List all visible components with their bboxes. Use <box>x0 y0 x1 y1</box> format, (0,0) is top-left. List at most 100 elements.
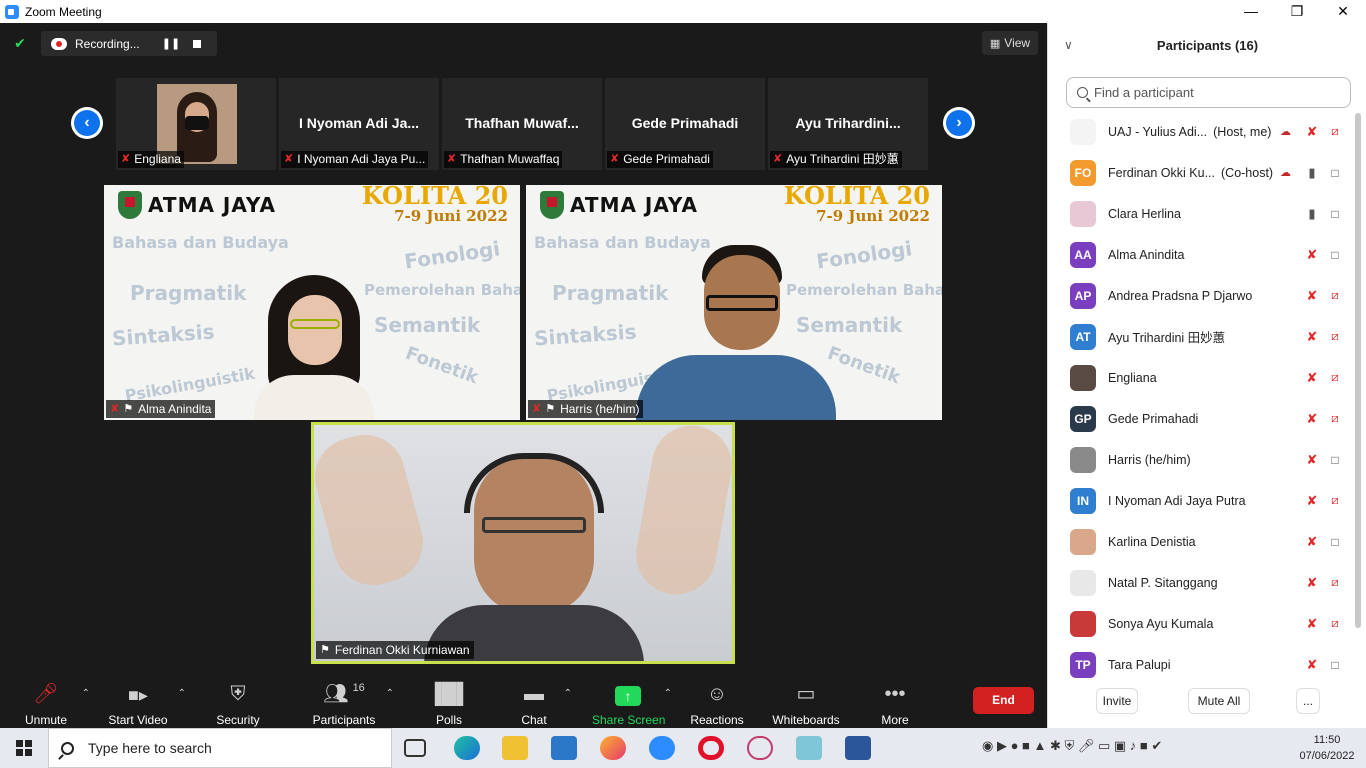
mic-muted-icon[interactable]: ✘ <box>1305 124 1319 140</box>
video-icon[interactable]: □ <box>1326 658 1344 672</box>
word-icon[interactable] <box>845 736 871 760</box>
end-meeting-button[interactable]: End <box>973 687 1034 714</box>
participant-row[interactable]: AP Andrea Pradsna P Djarwo ✘ ⧄ <box>1048 275 1358 316</box>
system-tray: ◉ ▶ ● ■ ▲ ✱ ⛨ 🎤︎ ▭ ▣ ♪ ■ ✔ <box>982 738 1162 754</box>
strip-next-button[interactable]: › <box>943 107 975 139</box>
task-view-icon[interactable] <box>404 739 426 757</box>
close-button[interactable]: ✕ <box>1320 0 1366 23</box>
mic-muted-icon[interactable]: ✘ <box>1305 657 1319 673</box>
minimize-button[interactable]: — <box>1228 0 1274 23</box>
invite-button[interactable]: Invite <box>1096 688 1138 714</box>
mute-all-button[interactable]: Mute All <box>1188 688 1250 714</box>
participants-button[interactable]: 👥︎ 16 Participants ⌃ <box>308 676 394 734</box>
video-off-icon[interactable]: ⧄ <box>1326 370 1344 385</box>
system-clock[interactable]: 11:50 07/06/2022 <box>1296 730 1358 766</box>
panel-scrollbar[interactable] <box>1355 113 1361 628</box>
participant-row[interactable]: Engliana ✘ ⧄ <box>1048 357 1358 398</box>
mic-icon[interactable]: ▮ <box>1305 206 1319 222</box>
view-button[interactable]: ▦ View <box>982 31 1038 55</box>
participant-name: UAJ - Yulius Adi... (Host, me) <box>1108 124 1272 139</box>
pause-icon[interactable]: ❚❚ <box>161 37 181 50</box>
participant-row[interactable]: TP Tara Palupi ✘ □ <box>1048 644 1358 685</box>
stop-icon[interactable] <box>193 39 201 48</box>
participant-row[interactable]: UAJ - Yulius Adi... (Host, me) ☁ ✘ ⧄ <box>1048 111 1358 152</box>
zoom-taskbar-icon[interactable] <box>649 736 675 760</box>
firefox-icon[interactable] <box>600 736 626 760</box>
participant-name: Ayu Trihardini 田妙蕙 <box>1108 331 1226 345</box>
participant-row[interactable]: AA Alma Anindita ✘ □ <box>1048 234 1358 275</box>
participant-search-input[interactable]: Find a participant <box>1066 77 1351 108</box>
shield-icon[interactable]: ✔ <box>11 34 29 52</box>
maximize-button[interactable]: ❐ <box>1274 0 1320 23</box>
unmute-button[interactable]: 🎤︎ Unmute ⌃ <box>16 676 90 734</box>
share-screen-button[interactable]: ↑ Share Screen ⌃ <box>592 676 672 734</box>
participant-row[interactable]: Harris (he/him) ✘ □ <box>1048 439 1358 480</box>
video-off-icon[interactable]: ⧄ <box>1326 329 1344 344</box>
windows-start-button[interactable] <box>0 728 48 768</box>
strip-prev-button[interactable]: ‹ <box>71 107 103 139</box>
strip-tile-nyoman[interactable]: I Nyoman Adi Ja... ✘ I Nyoman Adi Jaya Pu… <box>279 78 439 170</box>
mic-icon[interactable]: ▮ <box>1305 165 1319 181</box>
mic-muted-icon[interactable]: ✘ <box>1305 288 1319 304</box>
video-off-icon[interactable]: ⧄ <box>1326 411 1344 426</box>
opera-icon[interactable] <box>698 736 724 760</box>
mic-muted-icon[interactable]: ✘ <box>1305 452 1319 468</box>
video-off-icon[interactable]: ⧄ <box>1326 288 1344 303</box>
participant-row[interactable]: FO Ferdinan Okki Ku... (Co-host) ☁ ▮ □ <box>1048 152 1358 193</box>
strip-tile-thafhan[interactable]: Thafhan Muwaf... ✘ Thafhan Muwaffaq <box>442 78 602 170</box>
video-tile-harris[interactable]: Bahasa dan Budaya Fonologi Pragmatik Pem… <box>526 185 942 420</box>
video-tile-alma[interactable]: Bahasa dan Budaya Fonologi Pragmatik Pem… <box>104 185 520 420</box>
panel-more-button[interactable]: ... <box>1296 688 1320 714</box>
notepad-icon[interactable] <box>796 736 822 760</box>
mic-muted-icon[interactable]: ✘ <box>1305 575 1319 591</box>
participant-row[interactable]: Sonya Ayu Kumala ✘ ⧄ <box>1048 603 1358 644</box>
video-icon[interactable]: □ <box>1326 207 1344 221</box>
tile-label: ⚑ Ferdinan Okki Kurniawan <box>316 641 474 659</box>
video-icon[interactable]: □ <box>1326 248 1344 262</box>
video-off-icon[interactable]: ⧄ <box>1326 616 1344 631</box>
taskbar-search-input[interactable]: Type here to search <box>48 728 392 768</box>
reactions-button[interactable]: ☺ Reactions <box>688 676 746 734</box>
participant-row[interactable]: IN I Nyoman Adi Jaya Putra ✘ ⧄ <box>1048 480 1358 521</box>
security-button[interactable]: ⛨ Security <box>208 676 268 734</box>
file-explorer-icon[interactable] <box>502 736 528 760</box>
participant-name: Gede Primahadi <box>1108 411 1199 426</box>
polls-button[interactable]: ▐█▌ Polls <box>424 676 474 734</box>
video-icon[interactable]: □ <box>1326 453 1344 467</box>
chevron-down-icon[interactable]: ∨ <box>1064 23 1073 68</box>
mic-muted-icon[interactable]: ✘ <box>1305 329 1319 345</box>
strip-name: Gede Primahadi <box>631 115 739 131</box>
mic-muted-icon[interactable]: ✘ <box>1305 534 1319 550</box>
mic-muted-icon[interactable]: ✘ <box>1305 247 1319 263</box>
participant-row[interactable]: Natal P. Sitanggang ✘ ⧄ <box>1048 562 1358 603</box>
participant-row[interactable]: AT Ayu Trihardini 田妙蕙 ✘ ⧄ <box>1048 316 1358 357</box>
video-off-icon[interactable]: ⧄ <box>1326 124 1344 139</box>
video-icon[interactable]: □ <box>1326 535 1344 549</box>
participant-avatar <box>1070 610 1096 637</box>
video-off-icon[interactable]: ⧄ <box>1326 575 1344 590</box>
whiteboards-button[interactable]: ▭ Whiteboards <box>770 676 842 734</box>
participant-row[interactable]: GP Gede Primahadi ✘ ⧄ <box>1048 398 1358 439</box>
tray-icons[interactable]: ◉ ▶ ● ■ ▲ ✱ ⛨ 🎤︎ ▭ ▣ ♪ ■ ✔ <box>982 738 1162 753</box>
edge-icon[interactable] <box>454 736 480 760</box>
chevron-up-icon: ⌃ <box>563 688 572 699</box>
clock-date: 07/06/2022 <box>1299 750 1355 762</box>
mic-muted-icon[interactable]: ✘ <box>1305 616 1319 632</box>
video-off-icon[interactable]: ⧄ <box>1326 493 1344 508</box>
participant-row[interactable]: Clara Herlina ▮ □ <box>1048 193 1358 234</box>
active-speaker-video[interactable]: ⚑ Ferdinan Okki Kurniawan <box>311 422 735 664</box>
mic-muted-icon[interactable]: ✘ <box>1305 370 1319 386</box>
snipping-tool-icon[interactable] <box>747 736 773 760</box>
participants-icon: 👥︎ <box>323 683 349 705</box>
more-button[interactable]: ••• More <box>872 676 918 734</box>
start-video-button[interactable]: ■▸ Start Video ⌃ <box>104 676 186 734</box>
strip-tile-ayu[interactable]: Ayu Trihardini... ✘ Ayu Trihardini 田妙蕙 <box>768 78 928 170</box>
participant-row[interactable]: Karlina Denistia ✘ □ <box>1048 521 1358 562</box>
video-icon[interactable]: □ <box>1326 166 1344 180</box>
strip-tile-engliana[interactable]: ✘ Engliana <box>116 78 276 170</box>
mail-icon[interactable] <box>551 736 577 760</box>
mic-muted-icon[interactable]: ✘ <box>1305 411 1319 427</box>
chat-button[interactable]: ▬ Chat ⌃ <box>510 676 572 734</box>
strip-tile-gede[interactable]: Gede Primahadi ✘ Gede Primahadi <box>605 78 765 170</box>
mic-muted-icon[interactable]: ✘ <box>1305 493 1319 509</box>
